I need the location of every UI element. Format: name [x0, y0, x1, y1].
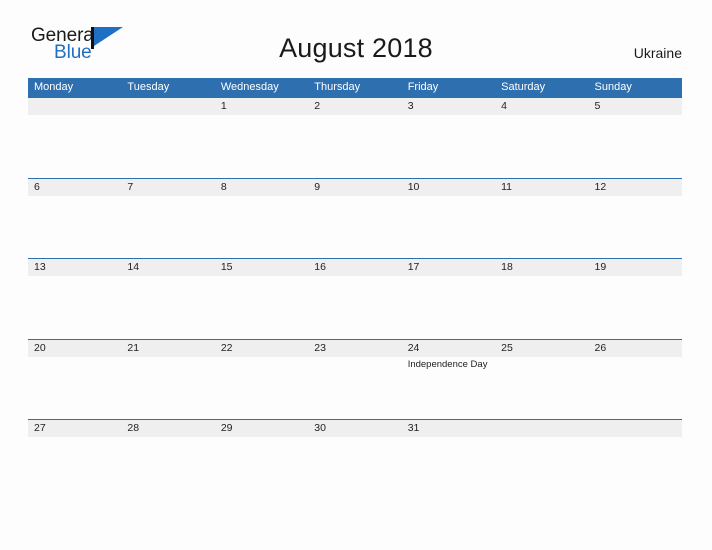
day-number — [34, 98, 121, 115]
day-number: 22 — [220, 341, 233, 354]
day-cell[interactable]: 18 — [495, 259, 588, 339]
day-number: 4 — [501, 100, 507, 112]
day-cell[interactable]: 10 — [402, 179, 495, 259]
weekday-header-row: Monday Tuesday Wednesday Thursday Friday… — [28, 78, 682, 97]
day-cell[interactable]: 29 — [215, 420, 308, 500]
day-cell[interactable]: 12 — [589, 179, 682, 259]
day-number: 11 — [501, 180, 513, 193]
weekday-header-tuesday: Tuesday — [127, 81, 170, 93]
week-row: 27 28 29 30 31 — [28, 419, 682, 500]
day-number: 14 — [127, 261, 140, 273]
day-number: 17 — [407, 261, 420, 273]
day-number — [595, 420, 682, 437]
day-number: 29 — [220, 422, 233, 434]
day-cell[interactable]: 16 — [308, 259, 401, 339]
day-number: 2 — [314, 100, 321, 112]
day-number: 21 — [127, 341, 140, 354]
day-number: 7 — [127, 180, 134, 193]
weekday-header-wednesday: Wednesday — [220, 81, 279, 93]
day-cell[interactable]: 1 — [215, 98, 308, 178]
day-cell[interactable]: 26 — [589, 340, 682, 420]
day-number — [501, 420, 588, 437]
day-cell[interactable]: 13 — [28, 259, 121, 339]
page-title: August 2018 — [279, 33, 433, 63]
day-number: 23 — [314, 341, 326, 354]
day-cell[interactable] — [28, 98, 121, 178]
day-cell[interactable]: 31 — [402, 420, 495, 500]
day-cell[interactable]: 4 — [495, 98, 588, 178]
weekday-header-friday: Friday — [407, 81, 439, 93]
day-number: 30 — [314, 422, 326, 434]
day-cell[interactable]: 7 — [121, 179, 214, 259]
day-number: 24 — [407, 341, 420, 354]
day-cell[interactable] — [495, 420, 588, 500]
day-number: 13 — [34, 261, 46, 273]
day-number — [127, 98, 214, 115]
day-cell[interactable]: 21 — [121, 340, 214, 420]
day-cell[interactable] — [589, 420, 682, 500]
day-number: 26 — [594, 341, 607, 354]
day-cell[interactable]: 27 — [28, 420, 121, 500]
day-cell[interactable]: 2 — [308, 98, 401, 178]
day-cell[interactable]: 9 — [308, 179, 401, 259]
day-cell[interactable]: 22 — [215, 340, 308, 420]
weekday-header-sunday: Sunday — [594, 81, 632, 93]
weekday-header-monday: Monday — [34, 81, 74, 93]
day-cell[interactable]: 28 — [121, 420, 214, 500]
weekday-header-thursday: Thursday — [314, 81, 361, 93]
day-number: 16 — [314, 261, 326, 273]
day-cell[interactable]: 19 — [589, 259, 682, 339]
day-cell[interactable]: 25 — [495, 340, 588, 420]
day-number: 28 — [127, 422, 140, 434]
day-cell[interactable]: 30 — [308, 420, 401, 500]
day-number: 10 — [407, 180, 420, 193]
week-row: 6 7 8 9 10 11 12 — [28, 177, 682, 259]
day-cell[interactable]: 17 — [402, 259, 495, 339]
day-cell[interactable]: 6 — [28, 179, 121, 259]
day-cell[interactable]: 23 — [308, 340, 401, 420]
day-number: 18 — [501, 261, 513, 273]
day-cell-independence-day[interactable]: 24 Independence Day — [402, 340, 495, 420]
day-number: 9 — [314, 180, 321, 193]
day-cell[interactable]: 11 — [495, 179, 588, 259]
day-cell[interactable]: 5 — [589, 98, 682, 178]
day-number: 8 — [220, 180, 227, 193]
day-number: 6 — [34, 180, 40, 193]
day-number: 19 — [594, 261, 607, 273]
day-cell[interactable]: 3 — [402, 98, 495, 178]
weekday-header-saturday: Saturday — [501, 81, 546, 93]
day-cell[interactable]: 14 — [121, 259, 214, 339]
day-number: 5 — [594, 100, 601, 112]
day-number: 3 — [407, 100, 414, 112]
week-row: 13 14 15 16 17 18 19 — [28, 258, 682, 339]
day-event: Independence Day — [407, 358, 488, 370]
region-label: Ukraine — [633, 45, 682, 61]
day-number: 27 — [34, 422, 46, 434]
week-row: 20 21 22 23 24 Independence Day 25 26 — [28, 338, 682, 420]
day-number: 25 — [501, 341, 513, 354]
day-number: 1 — [220, 100, 227, 112]
week-row: 1 2 3 4 5 — [28, 97, 682, 178]
calendar-table: Monday Tuesday Wednesday Thursday Friday… — [28, 78, 682, 500]
day-cell[interactable] — [121, 98, 214, 178]
day-number: 15 — [220, 261, 233, 273]
day-cell[interactable]: 15 — [215, 259, 308, 339]
day-number: 20 — [34, 341, 46, 354]
day-number: 31 — [407, 422, 420, 434]
page-header: General Blue August 2018 Ukraine — [0, 0, 712, 63]
day-cell[interactable]: 8 — [215, 179, 308, 259]
day-cell[interactable]: 20 — [28, 340, 121, 420]
day-number: 12 — [594, 180, 607, 193]
